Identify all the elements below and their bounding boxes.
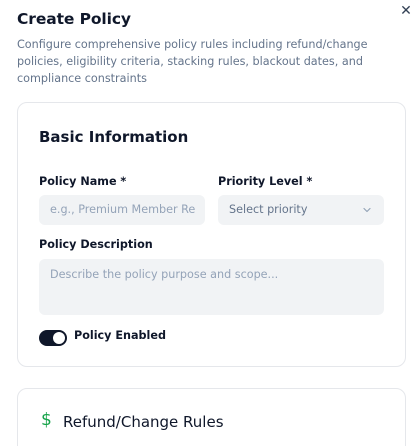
policy-name-input[interactable]: e.g., Premium Member Re [39, 195, 205, 225]
priority-level-label: Priority Level * [218, 175, 313, 188]
priority-level-value: Select priority [229, 203, 308, 216]
policy-enabled-toggle[interactable] [39, 330, 67, 346]
dialog-description: Configure comprehensive policy rules inc… [17, 38, 368, 85]
chevron-down-icon [363, 207, 371, 213]
close-icon[interactable]: ✕ [399, 4, 413, 18]
priority-level-select[interactable]: Select priority [218, 195, 384, 225]
dialog-title: Create Policy [17, 10, 131, 28]
policy-name-label: Policy Name * [39, 175, 127, 188]
refund-change-rules-card: $ Refund/Change Rules [17, 388, 406, 446]
dollar-icon: $ [41, 410, 52, 430]
basic-information-card: Basic Information Policy Name * e.g., Pr… [17, 102, 406, 367]
toggle-knob [53, 332, 65, 344]
basic-information-heading: Basic Information [39, 128, 189, 146]
policy-enabled-label: Policy Enabled [74, 329, 166, 342]
refund-change-rules-heading: Refund/Change Rules [63, 413, 224, 431]
policy-description-label: Policy Description [39, 238, 153, 251]
policy-description-textarea[interactable]: Describe the policy purpose and scope... [39, 259, 384, 315]
create-policy-dialog: ✕ Create Policy Configure comprehensive … [0, 0, 419, 446]
